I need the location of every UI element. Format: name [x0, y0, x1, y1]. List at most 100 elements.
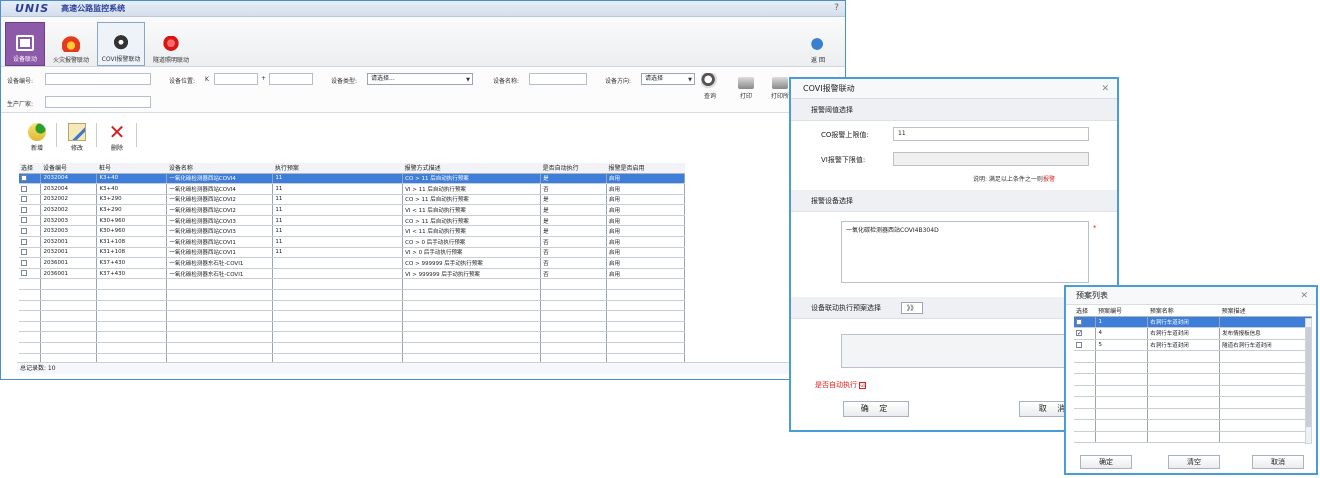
row-checkbox[interactable] — [1076, 341, 1082, 348]
row-select-cell[interactable] — [19, 342, 42, 354]
direction-select[interactable]: 请选择 — [641, 73, 695, 85]
row-select-cell[interactable] — [19, 321, 42, 333]
delete-button[interactable]: ✕ 删除 — [103, 122, 131, 152]
table-row[interactable]: 2032001 K31+108 一氧化碳检测器西站COVI1 11 VI > 0 后手动… — [19, 247, 685, 259]
close-icon[interactable]: ✕ — [1101, 79, 1109, 99]
col-header[interactable]: 预案编号 — [1095, 306, 1148, 317]
row-select-cell[interactable] — [19, 236, 42, 248]
co-threshold-input[interactable]: 11 — [893, 127, 1089, 141]
row-checkbox[interactable] — [21, 259, 27, 266]
table-row[interactable] — [1074, 350, 1312, 363]
table-row[interactable] — [19, 331, 685, 343]
col-header[interactable]: 是否自动执行 — [540, 163, 607, 174]
row-select-cell[interactable] — [1074, 385, 1097, 397]
row-select-cell[interactable] — [1074, 316, 1097, 328]
help-button[interactable]: ? — [834, 3, 839, 13]
row-select-cell[interactable] — [19, 247, 42, 259]
expand-plan-button[interactable]: 》》 — [901, 302, 923, 314]
ok-button[interactable]: 确 定 — [843, 401, 909, 417]
table-row[interactable]: 2036001 K37+430 一氧化碳检测器东石牡-COVI1 VI > 99999… — [19, 268, 685, 280]
table-row[interactable]: 2032002 K3+290 一氧化碳检测器西站COVI2 11 CO > 11 后自动… — [19, 194, 685, 206]
row-select-cell[interactable] — [19, 204, 42, 216]
tab-tunnel-lighting-link[interactable]: 隧道照明联动 — [147, 22, 195, 66]
table-row[interactable] — [19, 289, 685, 301]
auto-execute-checkbox[interactable]: ☑ — [859, 381, 867, 389]
col-header[interactable]: 执行预案 — [272, 163, 403, 174]
table-row[interactable] — [1074, 362, 1312, 374]
row-select-cell[interactable] — [19, 278, 42, 291]
print-button[interactable]: 打印 — [731, 73, 761, 100]
vendor-input[interactable] — [45, 96, 151, 108]
row-checkbox[interactable] — [1076, 318, 1082, 325]
auto-execute-field[interactable]: 是否自动执行 ☑ — [815, 380, 867, 390]
row-select-cell[interactable] — [1074, 373, 1097, 386]
col-header[interactable]: 设备名称 — [166, 163, 273, 174]
table-row[interactable] — [1074, 408, 1312, 420]
row-checkbox[interactable] — [21, 228, 27, 235]
row-checkbox[interactable] — [21, 238, 27, 245]
col-header[interactable]: 报警是否启用 — [606, 163, 685, 174]
row-select-cell[interactable] — [19, 215, 42, 227]
tab-device-link[interactable]: 设备联动 — [5, 22, 45, 66]
table-row[interactable]: 2032002 K3+290 一氧化碳检测器西站COVI2 11 VI < 11 后自动… — [19, 204, 685, 216]
plan-selection-box[interactable] — [841, 334, 1081, 368]
plan-scrollbar[interactable] — [1305, 318, 1312, 444]
row-select-cell[interactable] — [1074, 350, 1097, 363]
row-select-cell[interactable] — [19, 331, 42, 343]
table-row[interactable] — [19, 278, 685, 291]
position-k-input[interactable] — [214, 73, 258, 85]
alarm-device-textarea[interactable]: 一氧化碳检测器西站COVI4B304D — [841, 221, 1089, 283]
row-checkbox[interactable] — [21, 196, 27, 203]
table-row[interactable]: 2036001 K37+430 一氧化碳检测器东石牡-COVI1 CO > 99999… — [19, 257, 685, 269]
table-row[interactable] — [1074, 431, 1312, 443]
plan-ok-button[interactable]: 确定 — [1080, 455, 1132, 469]
row-select-cell[interactable] — [19, 289, 42, 301]
table-row[interactable] — [19, 321, 685, 333]
row-checkbox[interactable] — [1076, 330, 1082, 336]
row-select-cell[interactable] — [1074, 327, 1097, 340]
edit-button[interactable]: 修改 — [63, 123, 91, 152]
col-header[interactable]: 选择 — [19, 163, 41, 174]
row-select-cell[interactable] — [19, 183, 42, 195]
back-button[interactable]: 返 回 — [805, 36, 831, 64]
add-button[interactable]: 新增 — [23, 123, 51, 152]
position-plus-input[interactable] — [269, 73, 313, 85]
col-header[interactable]: 选择 — [1074, 306, 1096, 317]
col-header[interactable]: 设备编号 — [40, 163, 97, 174]
table-row[interactable]: 2032003 K30+960 一氧化碳检测器西站COVI3 11 VI < 11 后自… — [19, 225, 685, 238]
row-checkbox[interactable] — [21, 249, 27, 256]
col-header[interactable]: 桩号 — [96, 163, 167, 174]
row-checkbox[interactable] — [21, 175, 27, 182]
plan-clear-button[interactable]: 清空 — [1168, 455, 1220, 469]
table-row[interactable] — [19, 300, 685, 312]
table-row[interactable] — [1074, 396, 1312, 409]
row-checkbox[interactable] — [21, 270, 27, 277]
table-row[interactable] — [1074, 419, 1312, 432]
col-header[interactable]: 预案描述 — [1219, 306, 1312, 317]
tab-covi-alarm-link[interactable]: COVI报警联动 — [97, 22, 145, 66]
col-header[interactable]: 报警方式描述 — [402, 163, 541, 174]
table-row[interactable] — [1074, 373, 1312, 386]
query-button[interactable]: 查询 — [695, 73, 725, 100]
row-select-cell[interactable] — [19, 310, 42, 322]
row-select-cell[interactable] — [1074, 396, 1097, 409]
row-select-cell[interactable] — [1074, 362, 1097, 374]
table-row[interactable] — [1074, 385, 1312, 397]
name-input[interactable] — [529, 73, 587, 85]
table-row[interactable]: 4右洞行车道封闭发布情报板信息 — [1074, 327, 1312, 340]
row-select-cell[interactable] — [19, 257, 42, 269]
table-row[interactable]: 2032004 K3+40 一氧化碳检测器西站COVI4 11 CO > 11 后自动执… — [19, 173, 685, 185]
row-select-cell[interactable] — [19, 225, 42, 238]
table-row[interactable] — [19, 310, 685, 322]
row-select-cell[interactable] — [1074, 419, 1097, 432]
table-row[interactable]: 5 右洞行车道封闭 隧道右洞行车道封闭 — [1074, 339, 1312, 351]
table-row[interactable]: 2032003 K30+960 一氧化碳检测器西站COVI3 11 CO > 11 后自… — [19, 215, 685, 227]
table-row[interactable]: 1 右洞行车道封闭 — [1074, 316, 1312, 328]
row-checkbox[interactable] — [21, 206, 27, 213]
row-select-cell[interactable] — [1074, 431, 1097, 443]
row-select-cell[interactable] — [1074, 408, 1097, 420]
row-select-cell[interactable] — [19, 300, 42, 312]
row-checkbox[interactable] — [21, 185, 27, 192]
table-row[interactable]: 2032004 K3+40 一氧化碳检测器西站COVI4 11 VI > 11 后自动执… — [19, 183, 685, 195]
table-row[interactable] — [19, 342, 685, 354]
